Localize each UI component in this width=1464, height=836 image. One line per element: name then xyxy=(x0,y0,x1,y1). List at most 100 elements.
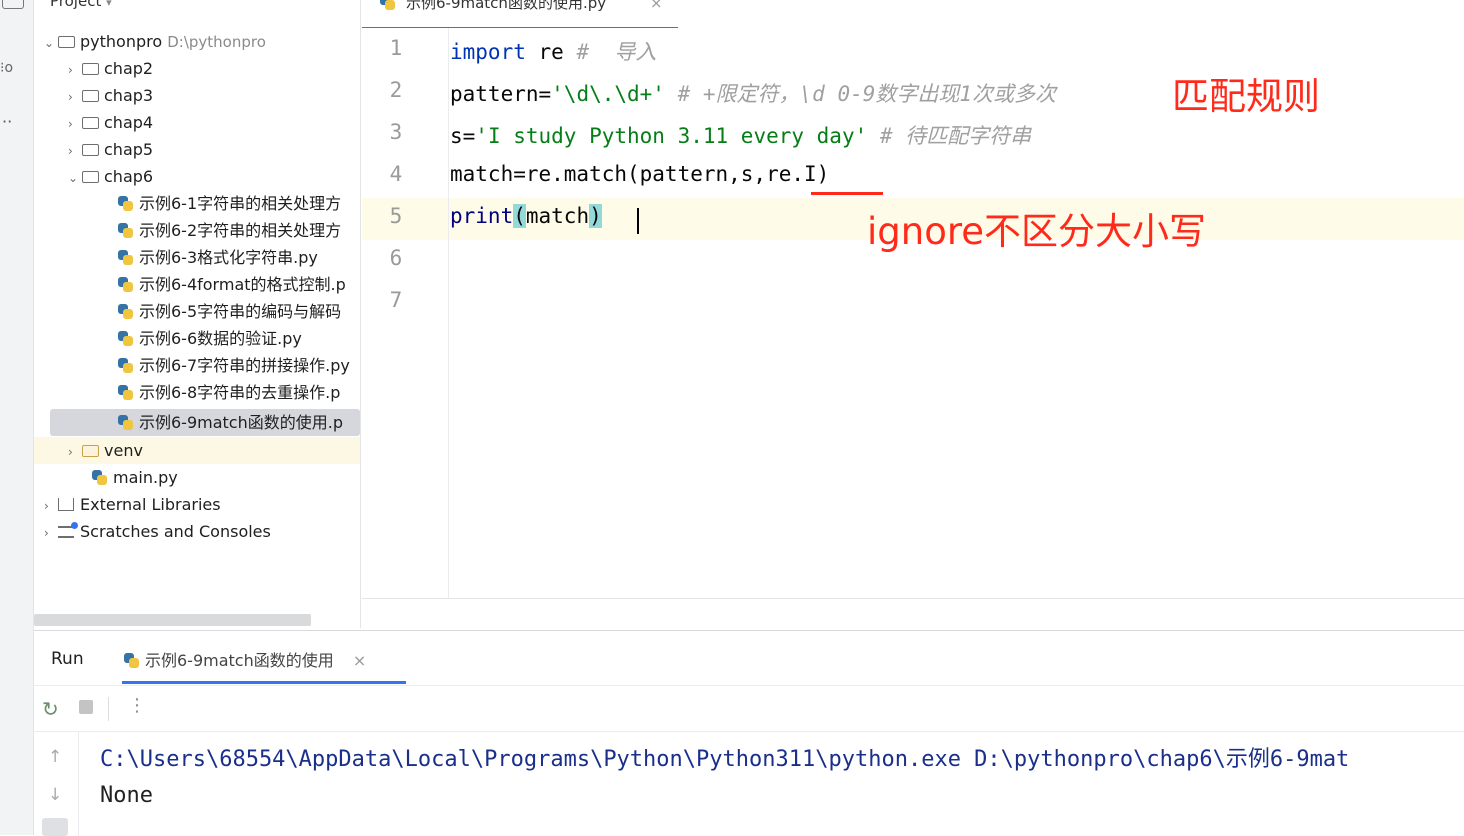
line-number: 3 xyxy=(389,120,403,144)
paren-highlight: ) xyxy=(589,204,602,228)
editor-tab[interactable]: 示例6-9match函数的使用.py × xyxy=(362,0,678,30)
run-tab[interactable]: 示例6-9match函数的使用 × xyxy=(122,647,406,684)
tree-item-chap3[interactable]: › chap3 xyxy=(68,82,153,109)
stop-icon[interactable] xyxy=(79,700,93,714)
run-panel-title[interactable]: Run xyxy=(51,649,84,669)
file-item[interactable]: 示例6-8字符串的去重操作.p xyxy=(118,379,340,406)
string-literal: '\d\.\d+' xyxy=(551,82,665,106)
rerun-icon[interactable]: ↻ xyxy=(42,697,59,721)
tree-item-external-libraries[interactable]: › External Libraries xyxy=(44,491,221,518)
python-file-icon xyxy=(118,385,133,400)
tree-item-label: chap3 xyxy=(104,86,154,105)
tree-item-main[interactable]: main.py xyxy=(92,464,178,491)
file-item[interactable]: 示例6-4format的格式控制.p xyxy=(118,271,346,298)
tree-item-label: chap4 xyxy=(104,113,154,132)
python-file-icon xyxy=(118,250,133,265)
code-editor[interactable]: 1 2 3 4 5 6 7 import re # 导入 pattern='\d… xyxy=(362,28,1464,598)
project-panel: Project ▾ ⌄ pythonpro D:\pythonpro › chap2… xyxy=(34,0,361,628)
python-file-icon xyxy=(118,277,133,292)
editor-tab-label: 示例6-9match函数的使用.py xyxy=(406,0,607,12)
close-icon[interactable]: × xyxy=(650,0,663,11)
file-label: 示例6-2字符串的相关处理方 xyxy=(139,221,342,240)
file-item[interactable]: 示例6-7字符串的拼接操作.py xyxy=(118,352,350,379)
chevron-right-icon[interactable]: › xyxy=(68,439,82,466)
chevron-down-icon[interactable]: ▾ xyxy=(106,0,112,9)
chevron-right-icon[interactable]: › xyxy=(44,520,58,547)
tree-item-venv[interactable]: › venv xyxy=(68,437,143,464)
folder-icon xyxy=(82,90,99,102)
soft-wrap-icon[interactable] xyxy=(42,818,68,836)
tool-window-strip: ⁝o ·· xyxy=(0,0,34,835)
code-text: re xyxy=(525,40,577,64)
chevron-right-icon[interactable]: › xyxy=(68,111,82,138)
project-tool-icon[interactable] xyxy=(2,0,24,9)
more-options-icon[interactable]: ⋮ xyxy=(128,695,146,716)
tree-item-chap5[interactable]: › chap5 xyxy=(68,136,153,163)
tree-item-label: Scratches and Consoles xyxy=(80,522,271,541)
console-output-command: C:\Users\68554\AppData\Local\Programs\Py… xyxy=(100,747,1350,772)
code-line-1[interactable]: import re # 导入 xyxy=(450,36,656,66)
code-line-5[interactable]: print(match) xyxy=(450,204,602,228)
python-file-icon xyxy=(380,0,401,10)
chevron-right-icon[interactable]: › xyxy=(68,57,82,84)
python-file-icon xyxy=(92,470,107,485)
code-line-2[interactable]: pattern='\d\.\d+' # +限定符，\d 0-9数字出现1次或多次 xyxy=(450,78,1056,108)
console-gutter-divider xyxy=(78,732,79,836)
tree-item-scratches[interactable]: › Scratches and Consoles xyxy=(44,518,271,545)
arrow-up-icon[interactable]: ↑ xyxy=(48,747,62,767)
file-item[interactable]: 示例6-5字符串的编码与解码 xyxy=(118,298,341,325)
close-icon[interactable]: × xyxy=(353,651,366,670)
file-label: 示例6-4format的格式控制.p xyxy=(139,275,346,294)
tree-item-label: chap2 xyxy=(104,59,154,78)
file-item[interactable]: 示例6-1字符串的相关处理方 xyxy=(118,190,341,217)
file-label: 示例6-6数据的验证.py xyxy=(139,329,302,348)
file-item[interactable]: 示例6-3格式化字符串.py xyxy=(118,244,318,271)
tree-item-label: pythonpro xyxy=(80,32,163,51)
python-file-icon xyxy=(118,223,133,238)
code-text: s= xyxy=(450,124,476,148)
folder-icon xyxy=(58,36,75,48)
python-file-icon xyxy=(118,331,133,346)
file-item-selected[interactable]: 示例6-9match函数的使用.p xyxy=(118,409,343,436)
folder-icon xyxy=(82,144,99,156)
tree-item-label: chap6 xyxy=(104,167,154,186)
chevron-right-icon[interactable]: › xyxy=(68,138,82,165)
project-path: D:\pythonpro xyxy=(167,33,266,51)
annotation-ignore-case: ignore不区分大小写 xyxy=(867,210,1207,253)
comment: # +限定符，\d 0-9数字出现1次或多次 xyxy=(664,82,1057,106)
function-name: print xyxy=(450,204,514,228)
folder-icon xyxy=(82,445,99,457)
tree-item-label: venv xyxy=(104,441,143,460)
scratches-icon xyxy=(58,522,78,538)
text-caret xyxy=(637,208,639,234)
project-horizontal-scrollbar[interactable] xyxy=(34,614,311,626)
file-item[interactable]: 示例6-2字符串的相关处理方 xyxy=(118,217,341,244)
run-tabs-divider xyxy=(34,685,1464,686)
python-file-icon xyxy=(118,358,133,373)
chevron-right-icon[interactable]: › xyxy=(44,493,58,520)
tree-item-chap4[interactable]: › chap4 xyxy=(68,109,153,136)
structure-icon[interactable]: ⁝o xyxy=(0,60,13,76)
python-file-icon xyxy=(118,196,133,211)
file-label: 示例6-7字符串的拼接操作.py xyxy=(139,356,350,375)
file-label: 示例6-9match函数的使用.p xyxy=(139,413,343,432)
file-item[interactable]: 示例6-6数据的验证.py xyxy=(118,325,302,352)
code-line-3[interactable]: s='I study Python 3.11 every day' # 待匹配字… xyxy=(450,120,1031,150)
annotation-underline xyxy=(811,192,883,195)
code-text: match=re.match(pattern,s,re.I) xyxy=(450,162,830,186)
tree-item-pythonpro[interactable]: ⌄ pythonpro D:\pythonpro xyxy=(44,28,266,55)
line-number: 7 xyxy=(389,288,403,312)
arrow-down-icon[interactable]: ↓ xyxy=(48,785,62,805)
project-panel-title[interactable]: Project ▾ xyxy=(50,0,112,10)
run-panel: Run 示例6-9match函数的使用 × ↻ ⋮ ↑ ↓ C:\Users\6… xyxy=(34,630,1464,836)
tree-item-chap6[interactable]: ⌄ chap6 xyxy=(68,163,153,190)
chevron-down-icon[interactable]: ⌄ xyxy=(44,30,58,57)
console-output-result: None xyxy=(100,783,153,808)
toolbar-separator xyxy=(108,697,109,721)
more-tools-icon[interactable]: ·· xyxy=(2,112,12,131)
chevron-down-icon[interactable]: ⌄ xyxy=(68,165,82,192)
chevron-right-icon[interactable]: › xyxy=(68,84,82,111)
code-line-4[interactable]: match=re.match(pattern,s,re.I) xyxy=(450,162,829,186)
comment: # 待匹配字符串 xyxy=(867,124,1032,148)
tree-item-chap2[interactable]: › chap2 xyxy=(68,55,153,82)
